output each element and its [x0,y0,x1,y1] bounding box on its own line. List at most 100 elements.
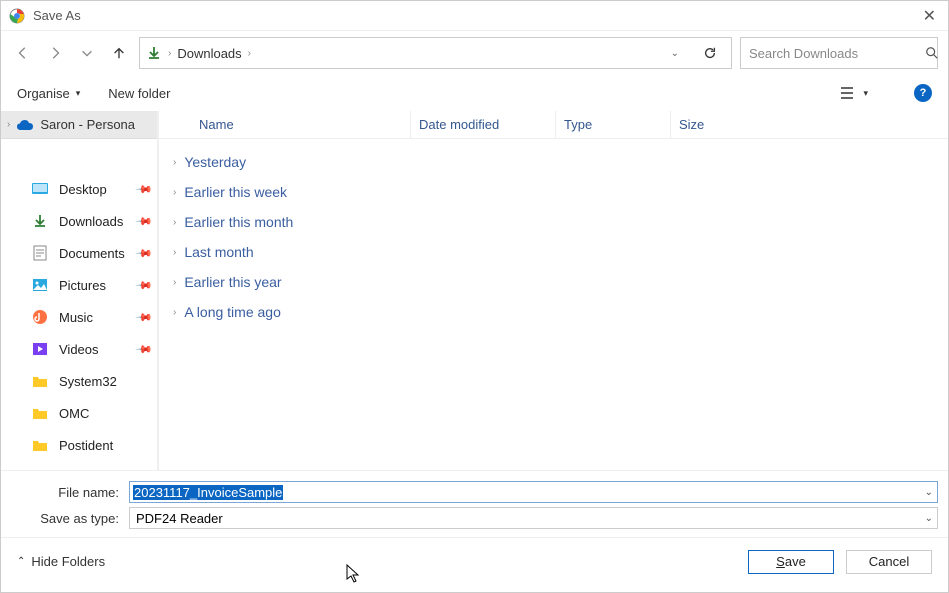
cancel-button[interactable]: Cancel [846,550,932,574]
pictures-icon [31,278,49,292]
chevron-right-icon: › [173,217,176,228]
sidebar-item-documents[interactable]: Documents 📌 [1,237,157,269]
sidebar-item-pictures[interactable]: Pictures 📌 [1,269,157,301]
save-label: ave [785,554,806,569]
column-name[interactable]: Name [191,111,411,138]
sidebar-item-music[interactable]: Music 📌 [1,301,157,333]
save-button[interactable]: Save [748,550,834,574]
file-pane: Name Date modified Type Size ›Yesterday … [158,111,948,470]
nav-row: › Downloads › ⌄ [1,31,948,75]
filename-value: 20231117_InvoiceSample [133,485,283,500]
sidebar-item-label: Documents [59,246,127,261]
chevron-right-icon: › [173,307,176,318]
chrome-icon [9,8,25,24]
search-input[interactable] [749,46,925,61]
type-dropdown[interactable]: ⌄ [925,513,933,524]
pin-icon: 📌 [135,276,154,295]
sidebar-current-location[interactable]: › Saron - Persona [1,111,157,139]
group-label: Earlier this week [184,184,287,200]
pin-icon: 📌 [135,180,154,199]
help-button[interactable]: ? [914,84,932,102]
pin-icon: 📌 [135,340,154,359]
folder-icon [31,375,49,388]
forward-button[interactable] [43,41,67,65]
organise-menu[interactable]: Organise ▾ [17,86,80,101]
sidebar: › Saron - Persona Desktop 📌 Downloads 📌 … [1,111,158,470]
refresh-button[interactable] [695,46,725,60]
new-folder-button[interactable]: New folder [108,86,170,101]
address-bar[interactable]: › Downloads › ⌄ [139,37,732,69]
downloads-icon [31,213,49,229]
caret-down-icon: ▾ [76,88,81,99]
sidebar-item-label: Pictures [59,278,127,293]
sidebar-item-label: Videos [59,342,127,357]
toolbar: Organise ▾ New folder ▾ ? [1,75,948,111]
sidebar-item-label: System32 [59,374,151,389]
type-label: Save as type: [11,511,123,526]
view-menu[interactable]: ▾ [833,86,874,100]
chevron-right-icon: › [173,157,176,168]
close-button[interactable]: ✕ [919,6,940,26]
sidebar-current-label: Saron - Persona [40,117,135,132]
file-groups: ›Yesterday ›Earlier this week ›Earlier t… [159,139,948,327]
group-last-month[interactable]: › Last month [167,237,948,267]
chevron-right-icon: › [173,247,176,258]
group-earlier-this-week[interactable]: › Earlier this week [167,177,948,207]
group-label: Yesterday [184,154,246,170]
up-button[interactable] [107,41,131,65]
pin-icon: 📌 [135,212,154,231]
search-box[interactable] [740,37,938,69]
column-type[interactable]: Type [556,111,671,138]
sidebar-item-downloads[interactable]: Downloads 📌 [1,205,157,237]
desktop-icon [31,182,49,196]
chevron-right-icon[interactable]: › [7,119,10,130]
breadcrumb-sep: › [248,48,251,59]
sidebar-item-desktop[interactable]: Desktop 📌 [1,173,157,205]
breadcrumb-location[interactable]: Downloads [177,46,241,61]
chevron-up-icon: ⌃ [17,556,25,567]
type-select[interactable]: PDF24 Reader ⌄ [129,507,938,529]
group-label: Earlier this year [184,274,281,290]
filename-label: File name: [11,485,123,500]
column-size[interactable]: Size [671,111,751,138]
sidebar-item-omc[interactable]: OMC [1,397,157,429]
music-icon [31,309,49,325]
title-bar: Save As ✕ [1,1,948,31]
hide-folders-button[interactable]: ⌃ Hide Folders [17,554,105,569]
sidebar-item-system32[interactable]: System32 [1,365,157,397]
group-earlier-this-month[interactable]: › Earlier this month [167,207,948,237]
group-yesterday[interactable]: › Yesterday [167,147,948,177]
column-date[interactable]: Date modified [411,111,556,138]
column-headers: Name Date modified Type Size [159,111,948,139]
folder-icon [31,407,49,420]
save-form: File name: 20231117_InvoiceSample ⌄ Save… [1,470,948,537]
pin-icon: 📌 [135,244,154,263]
group-label: Last month [184,244,253,260]
pin-icon: 📌 [135,308,154,327]
footer: ⌃ Hide Folders Save Cancel [1,537,948,585]
group-earlier-this-year[interactable]: ›Earlier this year [167,267,948,297]
folder-icon [31,439,49,452]
group-label: A long time ago [184,304,281,320]
documents-icon [31,245,49,261]
main-area: › Saron - Persona Desktop 📌 Downloads 📌 … [1,111,948,470]
address-dropdown[interactable]: ⌄ [661,48,689,59]
sidebar-item-label: Desktop [59,182,127,197]
search-icon [925,46,939,60]
hide-folders-label: Hide Folders [31,554,105,569]
chevron-right-icon: › [173,187,176,198]
sidebar-item-label: Postident [59,438,151,453]
downloads-icon [146,45,162,61]
filename-input[interactable]: 20231117_InvoiceSample ⌄ [129,481,938,503]
type-value: PDF24 Reader [136,511,223,526]
filename-dropdown[interactable]: ⌄ [925,487,933,498]
group-label: Earlier this month [184,214,293,230]
sidebar-item-videos[interactable]: Videos 📌 [1,333,157,365]
videos-icon [31,342,49,356]
recent-dropdown[interactable] [75,41,99,65]
sidebar-item-postident[interactable]: Postident [1,429,157,461]
window-title: Save As [33,8,919,23]
back-button[interactable] [11,41,35,65]
group-a-long-time-ago[interactable]: › A long time ago [167,297,948,327]
breadcrumb-sep: › [168,48,171,59]
